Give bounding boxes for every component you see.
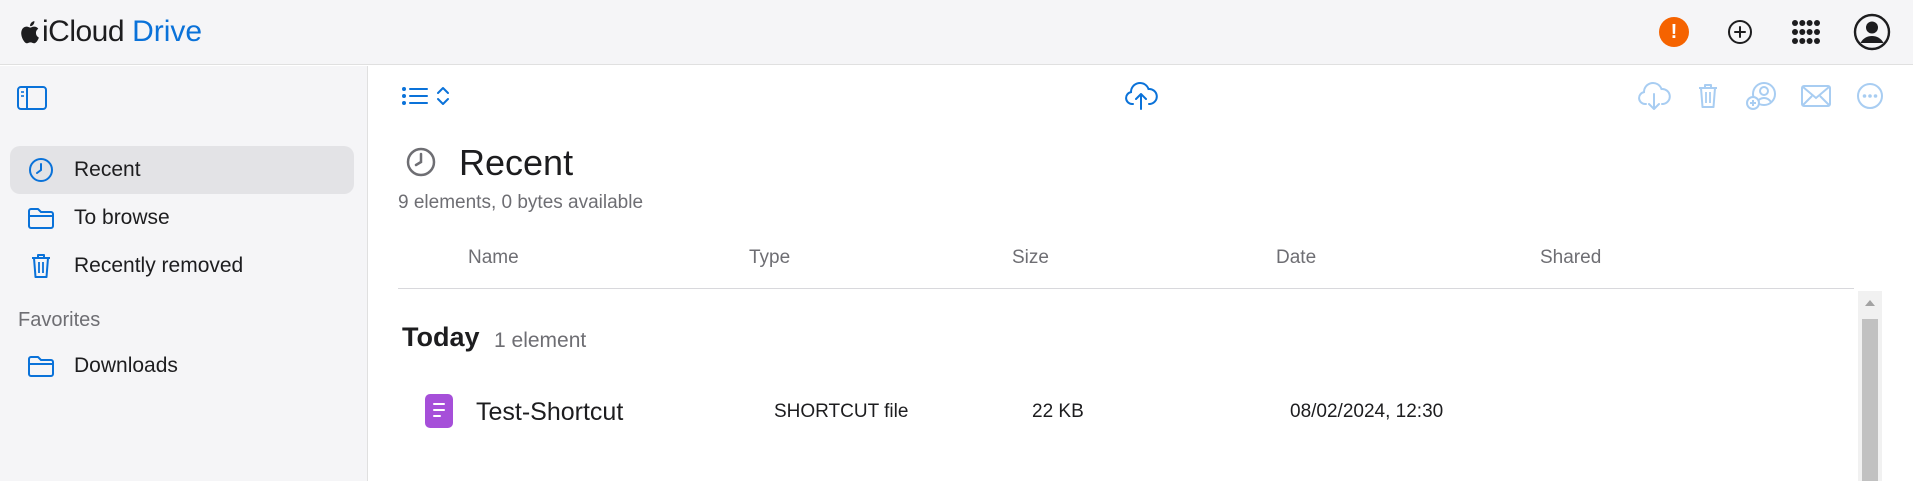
header-divider (398, 288, 1854, 289)
sidebar-item-recently-removed[interactable]: Recently removed (10, 242, 354, 290)
group-title: Today (402, 322, 480, 352)
alert-icon: ! (1659, 17, 1689, 47)
sidebar: Recent To browse Recently removed Favori… (0, 66, 368, 481)
sidebar-item-label: Recent (74, 158, 141, 181)
file-type: SHORTCUT file (774, 401, 909, 422)
folder-icon (26, 351, 56, 381)
file-date: 08/02/2024, 12:30 (1290, 401, 1444, 422)
group-count: 1 element (494, 329, 587, 352)
clock-icon (406, 147, 436, 177)
delete-button[interactable] (1690, 78, 1726, 114)
main-content: Recent 9 elements, 0 bytes available Nam… (369, 66, 1913, 481)
clock-icon (26, 155, 56, 185)
sidebar-item-downloads[interactable]: Downloads (10, 342, 354, 390)
upload-button[interactable] (1123, 78, 1159, 114)
file-name: Test-Shortcut (476, 397, 624, 426)
trash-icon (26, 251, 56, 281)
sidebar-item-to-browse[interactable]: To browse (10, 194, 354, 242)
account-button[interactable] (1852, 12, 1892, 52)
vertical-scrollbar[interactable] (1858, 291, 1882, 481)
page-title: Recent (459, 142, 574, 183)
table-row[interactable]: Test-Shortcut SHORTCUT file 22 KB 08/02/… (398, 382, 1854, 442)
more-button[interactable] (1852, 78, 1888, 114)
scrollbar-thumb[interactable] (1862, 319, 1878, 481)
account-icon (1853, 13, 1891, 51)
add-icon (1728, 20, 1752, 44)
storage-summary: 9 elements, 0 bytes available (398, 192, 644, 213)
upload-icon (1125, 81, 1158, 110)
sort-toggle-button[interactable] (425, 78, 461, 114)
app-grid-icon (1792, 20, 1820, 44)
share-icon (1746, 82, 1776, 110)
apple-logo-icon (21, 21, 39, 44)
column-header-date[interactable]: Date (1276, 247, 1316, 269)
icloud-drive-logo[interactable]: iCloud Drive (18, 14, 202, 50)
sidebar-item-label: To browse (74, 206, 170, 229)
column-header-shared[interactable]: Shared (1540, 247, 1601, 269)
app-grid-button[interactable] (1786, 12, 1826, 52)
brand-icloud: iCloud (42, 15, 125, 48)
top-bar: iCloud Drive ! (0, 0, 1913, 65)
mail-button[interactable] (1798, 78, 1834, 114)
favorites-heading: Favorites (18, 309, 101, 331)
file-size: 22 KB (1032, 401, 1084, 422)
alert-button[interactable]: ! (1654, 12, 1694, 52)
download-icon (1638, 81, 1671, 110)
sidebar-item-label: Downloads (74, 354, 178, 377)
delete-icon (1699, 84, 1717, 108)
sort-toggle-icon (437, 87, 449, 105)
sidebar-item-label: Recently removed (74, 254, 244, 277)
folder-icon (26, 203, 56, 233)
sidebar-toggle-icon[interactable] (16, 84, 48, 112)
scroll-up-arrow-icon[interactable] (1858, 291, 1882, 315)
share-button[interactable] (1744, 78, 1780, 114)
column-header-name[interactable]: Name (468, 247, 519, 269)
mail-icon (1801, 85, 1831, 107)
download-button[interactable] (1636, 78, 1672, 114)
brand-drive: Drive (132, 15, 203, 48)
column-header-size[interactable]: Size (1012, 247, 1049, 269)
add-button[interactable] (1720, 12, 1760, 52)
more-icon (1857, 83, 1883, 109)
column-header-type[interactable]: Type (749, 247, 790, 269)
document-icon (425, 394, 453, 428)
sidebar-item-recent[interactable]: Recent (10, 146, 354, 194)
